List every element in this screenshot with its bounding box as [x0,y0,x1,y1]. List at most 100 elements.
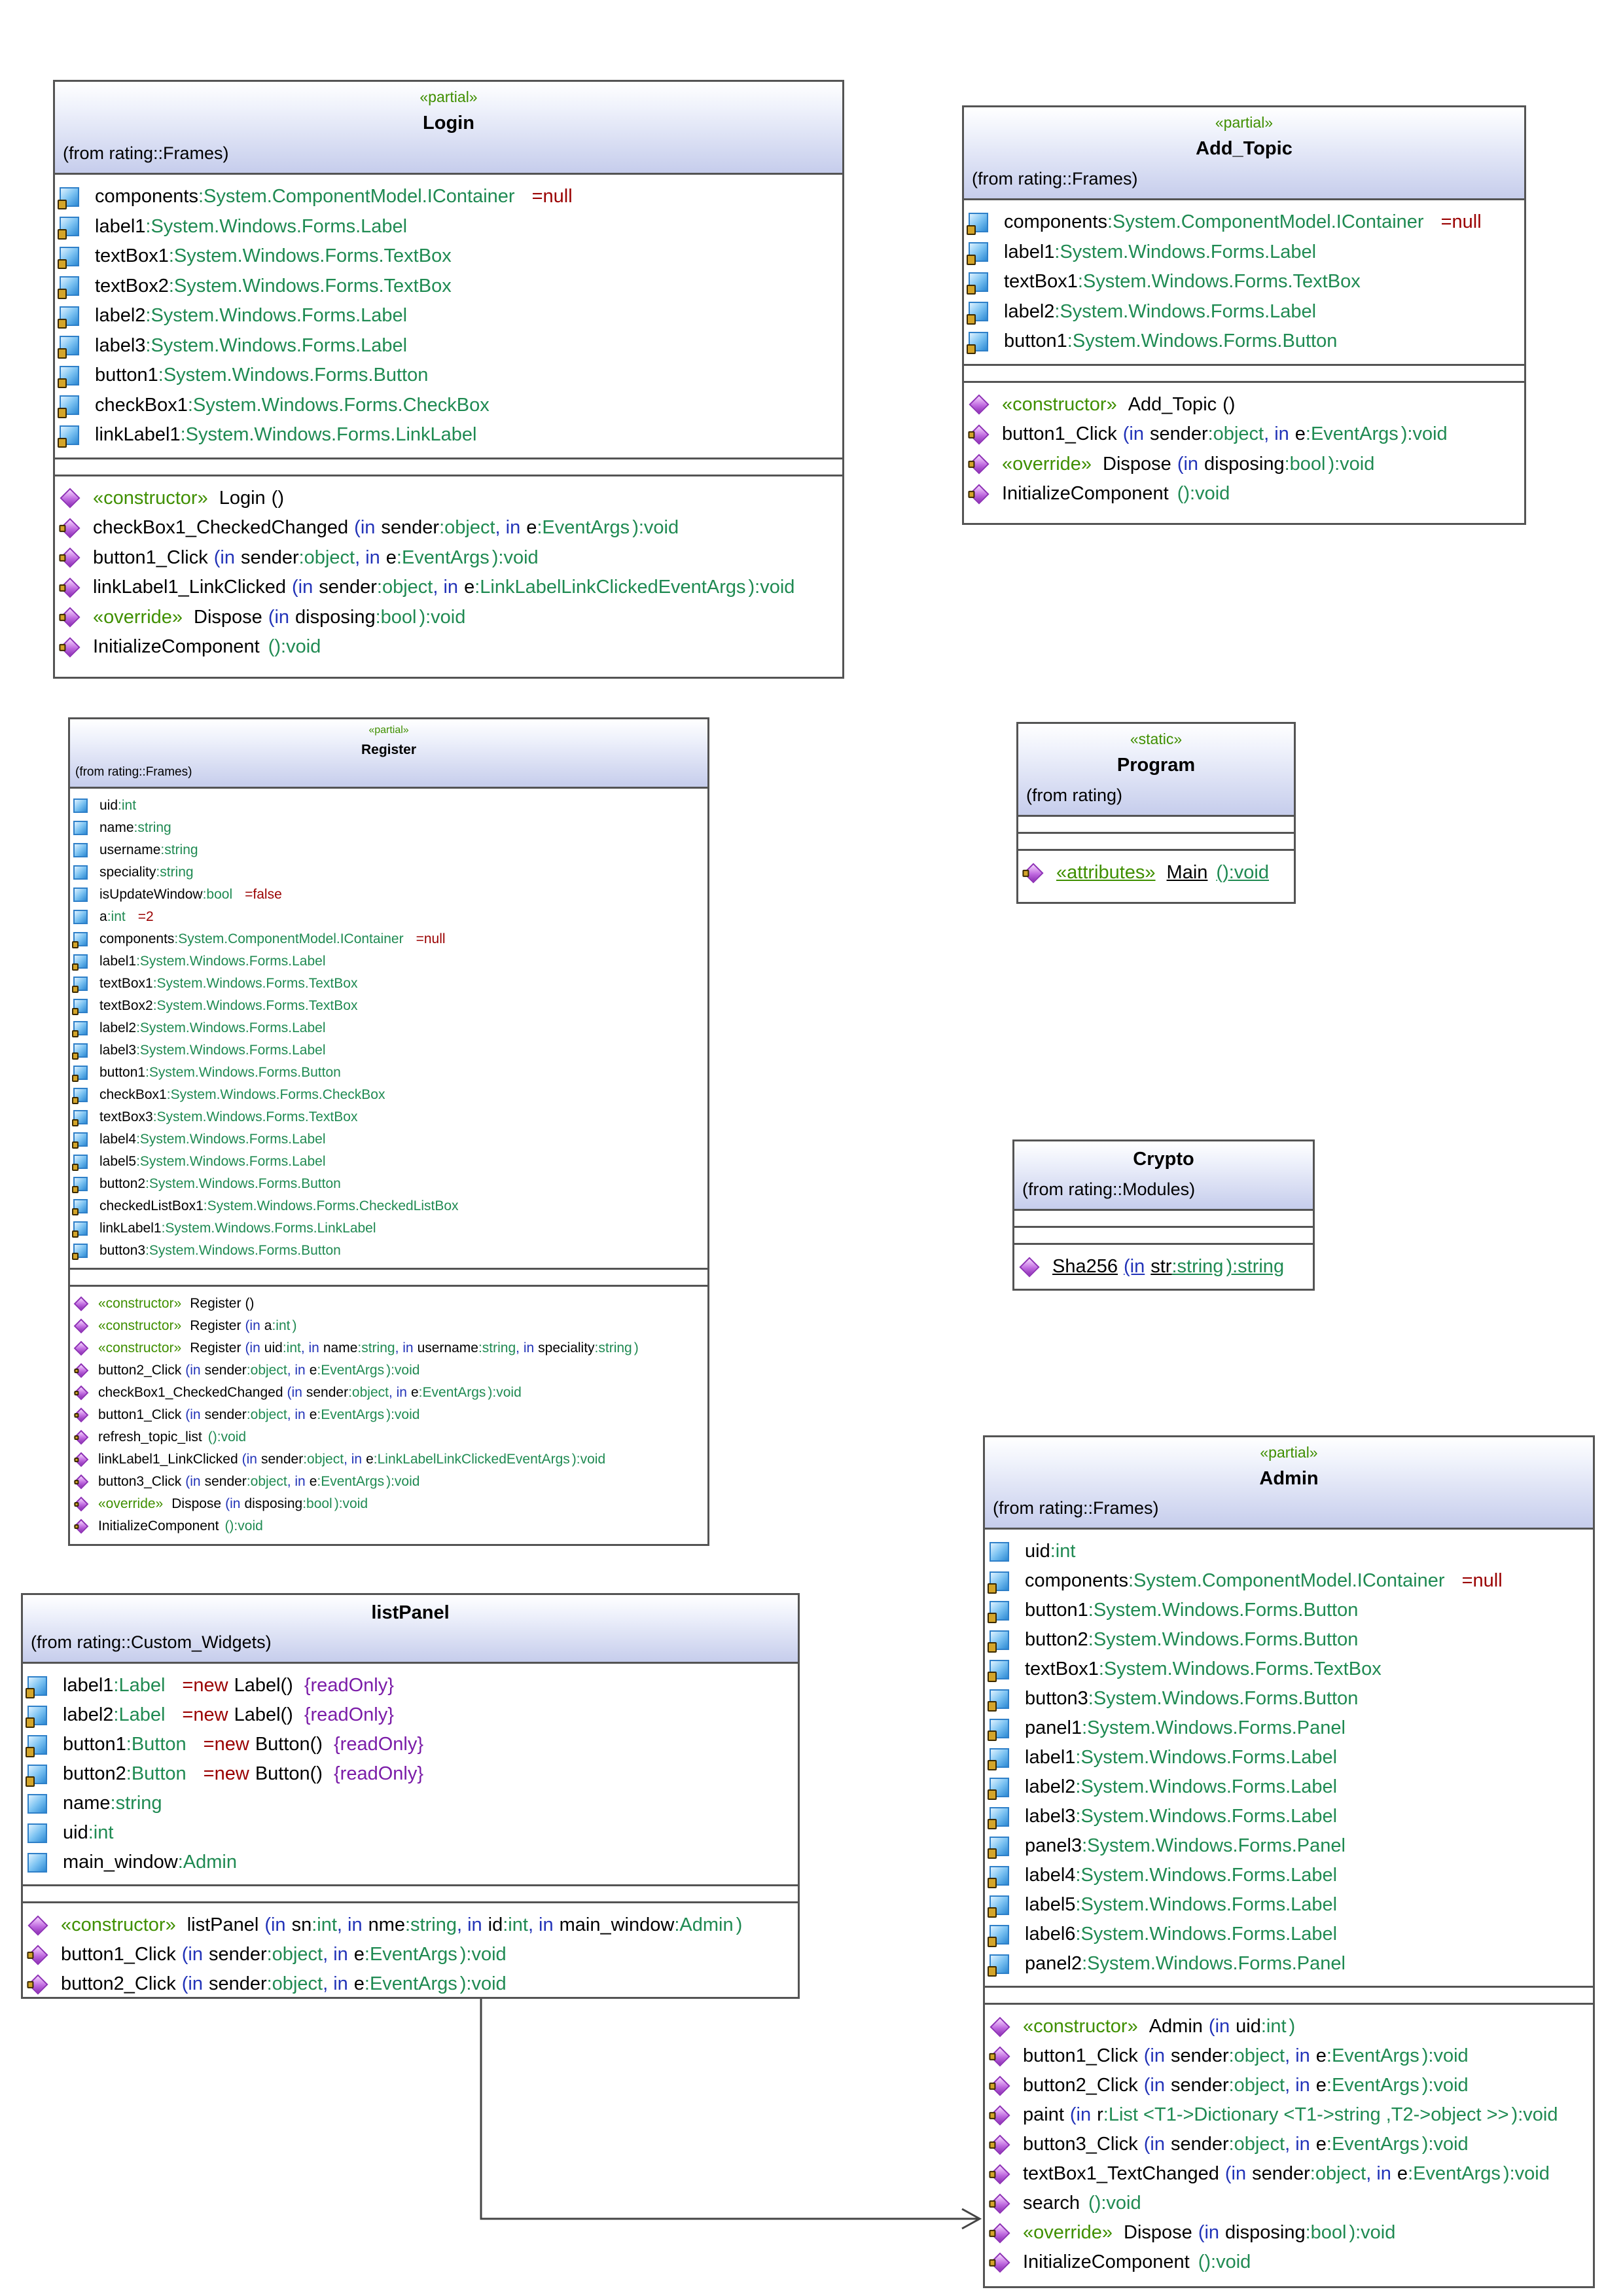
operation-row[interactable]: «constructor» Register (in a:int) [73,1315,704,1337]
attribute-row[interactable]: label3:System.Windows.Forms.Label [57,331,838,361]
attribute-row[interactable]: panel2:System.Windows.Forms.Panel [987,1949,1588,1979]
attribute-row[interactable]: name:string [73,817,704,839]
operation-row[interactable]: button2_Click (in sender:object, in e:Event… [73,1359,704,1382]
attribute-row[interactable]: label1:System.Windows.Forms.Label [57,212,838,242]
attribute-row[interactable]: textBox2:System.Windows.Forms.TextBox [72,995,704,1017]
attribute-row[interactable]: label1:System.Windows.Forms.Label [72,950,704,973]
attribute-row[interactable]: label1:System.Windows.Forms.Label [987,1743,1588,1772]
attribute-row[interactable]: button3:System.Windows.Forms.Button [987,1684,1588,1713]
operation-row[interactable]: «override» Dispose (in disposing:bool):void [73,1493,704,1515]
operation-row[interactable]: «constructor» Login() [60,484,838,514]
attribute-row[interactable]: components:System.ComponentModel.IContai… [72,928,704,950]
class-register[interactable]: «partial» Register (from rating::Frames) ui… [68,717,709,1546]
attribute-row[interactable]: button1:System.Windows.Forms.Button [57,361,838,391]
operation-row[interactable]: refresh_topic_list ():void [73,1426,704,1448]
attribute-row[interactable]: name:string [27,1789,793,1818]
attribute-row[interactable]: button2:System.Windows.Forms.Button [72,1173,704,1195]
class-program[interactable]: «static» Program (from rating) «attributes»… [1016,722,1296,904]
operation-row[interactable]: checkBox1_CheckedChanged (in sender:object… [59,513,838,543]
operation-row[interactable]: «override» Dispose (in disposing:bool):void [989,2218,1588,2248]
class-admin[interactable]: «partial» Admin (from rating::Frames) uid:i… [983,1435,1595,2288]
operation-row[interactable]: InitializeComponent ():void [989,2248,1588,2277]
attribute-row[interactable]: textBox1:System.Windows.Forms.TextBox [57,242,838,272]
class-add-topic[interactable]: «partial» Add_Topic (from rating::Frames) c… [962,105,1526,525]
operation-row[interactable]: «override» Dispose (in disposing:bool):void [968,450,1520,480]
operation-row[interactable]: InitializeComponent ():void [968,479,1520,509]
attribute-row[interactable]: label4:System.Windows.Forms.Label [987,1861,1588,1890]
operation-row[interactable]: linkLabel1_LinkClicked (in sender:object, … [73,1448,704,1471]
attribute-row[interactable]: button3:System.Windows.Forms.Button [72,1240,704,1262]
operation-row[interactable]: Sha256 (in str:string):string [1019,1252,1308,1282]
attribute-row[interactable]: checkedListBox1:System.Windows.Forms.Che… [72,1195,704,1217]
attribute-row[interactable]: isUpdateWindow:bool =false [73,884,704,906]
operation-row[interactable]: button1_Click (in sender:object, in e:Event… [59,543,838,573]
attribute-row[interactable]: textBox3:System.Windows.Forms.TextBox [72,1106,704,1128]
operation-row[interactable]: «constructor» Add_Topic() [969,390,1520,420]
attribute-row[interactable]: uid:int [990,1537,1588,1566]
attribute-row[interactable]: textBox1:System.Windows.Forms.TextBox [966,267,1520,297]
operation-row[interactable]: button1_Click (in sender:object, in e:Event… [73,1404,704,1426]
attribute-row[interactable]: components:System.ComponentModel.IContai… [966,207,1520,238]
operation-row[interactable]: «constructor» Register () [73,1293,704,1315]
operation-row[interactable]: checkBox1_CheckedChanged (in sender:object… [73,1382,704,1404]
attribute-row[interactable]: textBox2:System.Windows.Forms.TextBox [57,272,838,302]
attribute-row[interactable]: panel3:System.Windows.Forms.Panel [987,1831,1588,1861]
operation-row[interactable]: search ():void [989,2189,1588,2218]
attribute-row[interactable]: label2:System.Windows.Forms.Label [987,1772,1588,1802]
operation-row[interactable]: «attributes» Main ():void [1022,858,1289,888]
attribute-row[interactable]: a:int =2 [73,906,704,928]
attribute-row[interactable]: main_window:Admin [27,1848,793,1877]
attribute-row[interactable]: button1:Button =new Button() {readOnly} [25,1730,793,1759]
operation-row[interactable]: button1_Click (in sender:object, in e:Event… [989,2041,1588,2071]
operation-row[interactable]: button1_Click (in sender:object, in e:Event… [27,1940,793,1969]
attribute-row[interactable]: button1:System.Windows.Forms.Button [987,1596,1588,1625]
attribute-row[interactable]: uid:int [27,1818,793,1848]
operation-row[interactable]: button3_Click (in sender:object, in e:Event… [989,2130,1588,2159]
attribute-row[interactable]: label2:System.Windows.Forms.Label [57,301,838,331]
attribute-row[interactable]: checkBox1:System.Windows.Forms.CheckBox [72,1084,704,1106]
attribute-row[interactable]: username:string [73,839,704,861]
attribute-row[interactable]: label3:System.Windows.Forms.Label [72,1039,704,1062]
attribute-row[interactable]: uid:int [73,795,704,817]
attribute-row[interactable]: textBox1:System.Windows.Forms.TextBox [987,1655,1588,1684]
operation-row[interactable]: button1_Click (in sender:object, in e:Event… [968,420,1520,450]
attribute-row[interactable]: linkLabel1:System.Windows.Forms.LinkLabe… [57,420,838,450]
attribute-type: :System.Windows.Forms.Label [136,1020,326,1035]
operation-row[interactable]: textBox1_TextChanged (in sender:object, in… [989,2159,1588,2189]
operation-row[interactable]: «override» Dispose (in disposing:bool):void [59,603,838,633]
attribute-row[interactable]: panel1:System.Windows.Forms.Panel [987,1713,1588,1743]
attribute-row[interactable]: label3:System.Windows.Forms.Label [987,1802,1588,1831]
operation-row[interactable]: InitializeComponent ():void [73,1515,704,1537]
attribute-row[interactable]: button2:Button =new Button() {readOnly} [25,1759,793,1789]
operation-row[interactable]: «constructor» Register (in uid:int, in name:… [73,1337,704,1359]
attribute-row[interactable]: label2:Label =new Label() {readOnly} [25,1700,793,1730]
attribute-row[interactable]: label1:Label =new Label() {readOnly} [25,1671,793,1700]
attribute-row[interactable]: button1:System.Windows.Forms.Button [966,327,1520,357]
attribute-row[interactable]: button1:System.Windows.Forms.Button [72,1062,704,1084]
attribute-row[interactable]: label6:System.Windows.Forms.Label [987,1920,1588,1949]
attribute-row[interactable]: label1:System.Windows.Forms.Label [966,238,1520,268]
attribute-row[interactable]: label2:System.Windows.Forms.Label [72,1017,704,1039]
attribute-row[interactable]: textBox1:System.Windows.Forms.TextBox [72,973,704,995]
attribute-row[interactable]: speciality:string [73,861,704,884]
attribute-row[interactable]: components:System.ComponentModel.IContai… [57,182,838,212]
operation-row[interactable]: button3_Click (in sender:object, in e:Event… [73,1471,704,1493]
attribute-row[interactable]: label2:System.Windows.Forms.Label [966,297,1520,327]
attribute-row[interactable]: button2:System.Windows.Forms.Button [987,1625,1588,1655]
class-crypto[interactable]: Crypto (from rating::Modules) Sha256 (in str… [1012,1139,1315,1291]
attribute-row[interactable]: components:System.ComponentModel.IContai… [987,1566,1588,1596]
operation-row[interactable]: «constructor» Admin (in uid:int) [990,2012,1588,2041]
attribute-row[interactable]: linkLabel1:System.Windows.Forms.LinkLabe… [72,1217,704,1240]
attribute-row[interactable]: checkBox1:System.Windows.Forms.CheckBox [57,391,838,421]
class-login[interactable]: «partial» Login (from rating::Frames) compo… [53,80,844,679]
operation-row[interactable]: button2_Click (in sender:object, in e:Event… [989,2071,1588,2100]
operation-row[interactable]: InitializeComponent ():void [59,632,838,662]
operation-row[interactable]: paint (in r:List <T1->Dictionary <T1->stri… [989,2100,1588,2130]
operation-row[interactable]: button2_Click (in sender:object, in e:Event… [27,1969,793,1999]
operation-row[interactable]: linkLabel1_LinkClicked (in sender:object, … [59,573,838,603]
attribute-row[interactable]: label4:System.Windows.Forms.Label [72,1128,704,1151]
attribute-row[interactable]: label5:System.Windows.Forms.Label [987,1890,1588,1920]
operation-row[interactable]: «constructor» listPanel (in sn:int, in nme:s… [27,1910,793,1940]
class-listpanel[interactable]: listPanel (from rating::Custom_Widgets) la… [21,1593,800,1999]
attribute-row[interactable]: label5:System.Windows.Forms.Label [72,1151,704,1173]
